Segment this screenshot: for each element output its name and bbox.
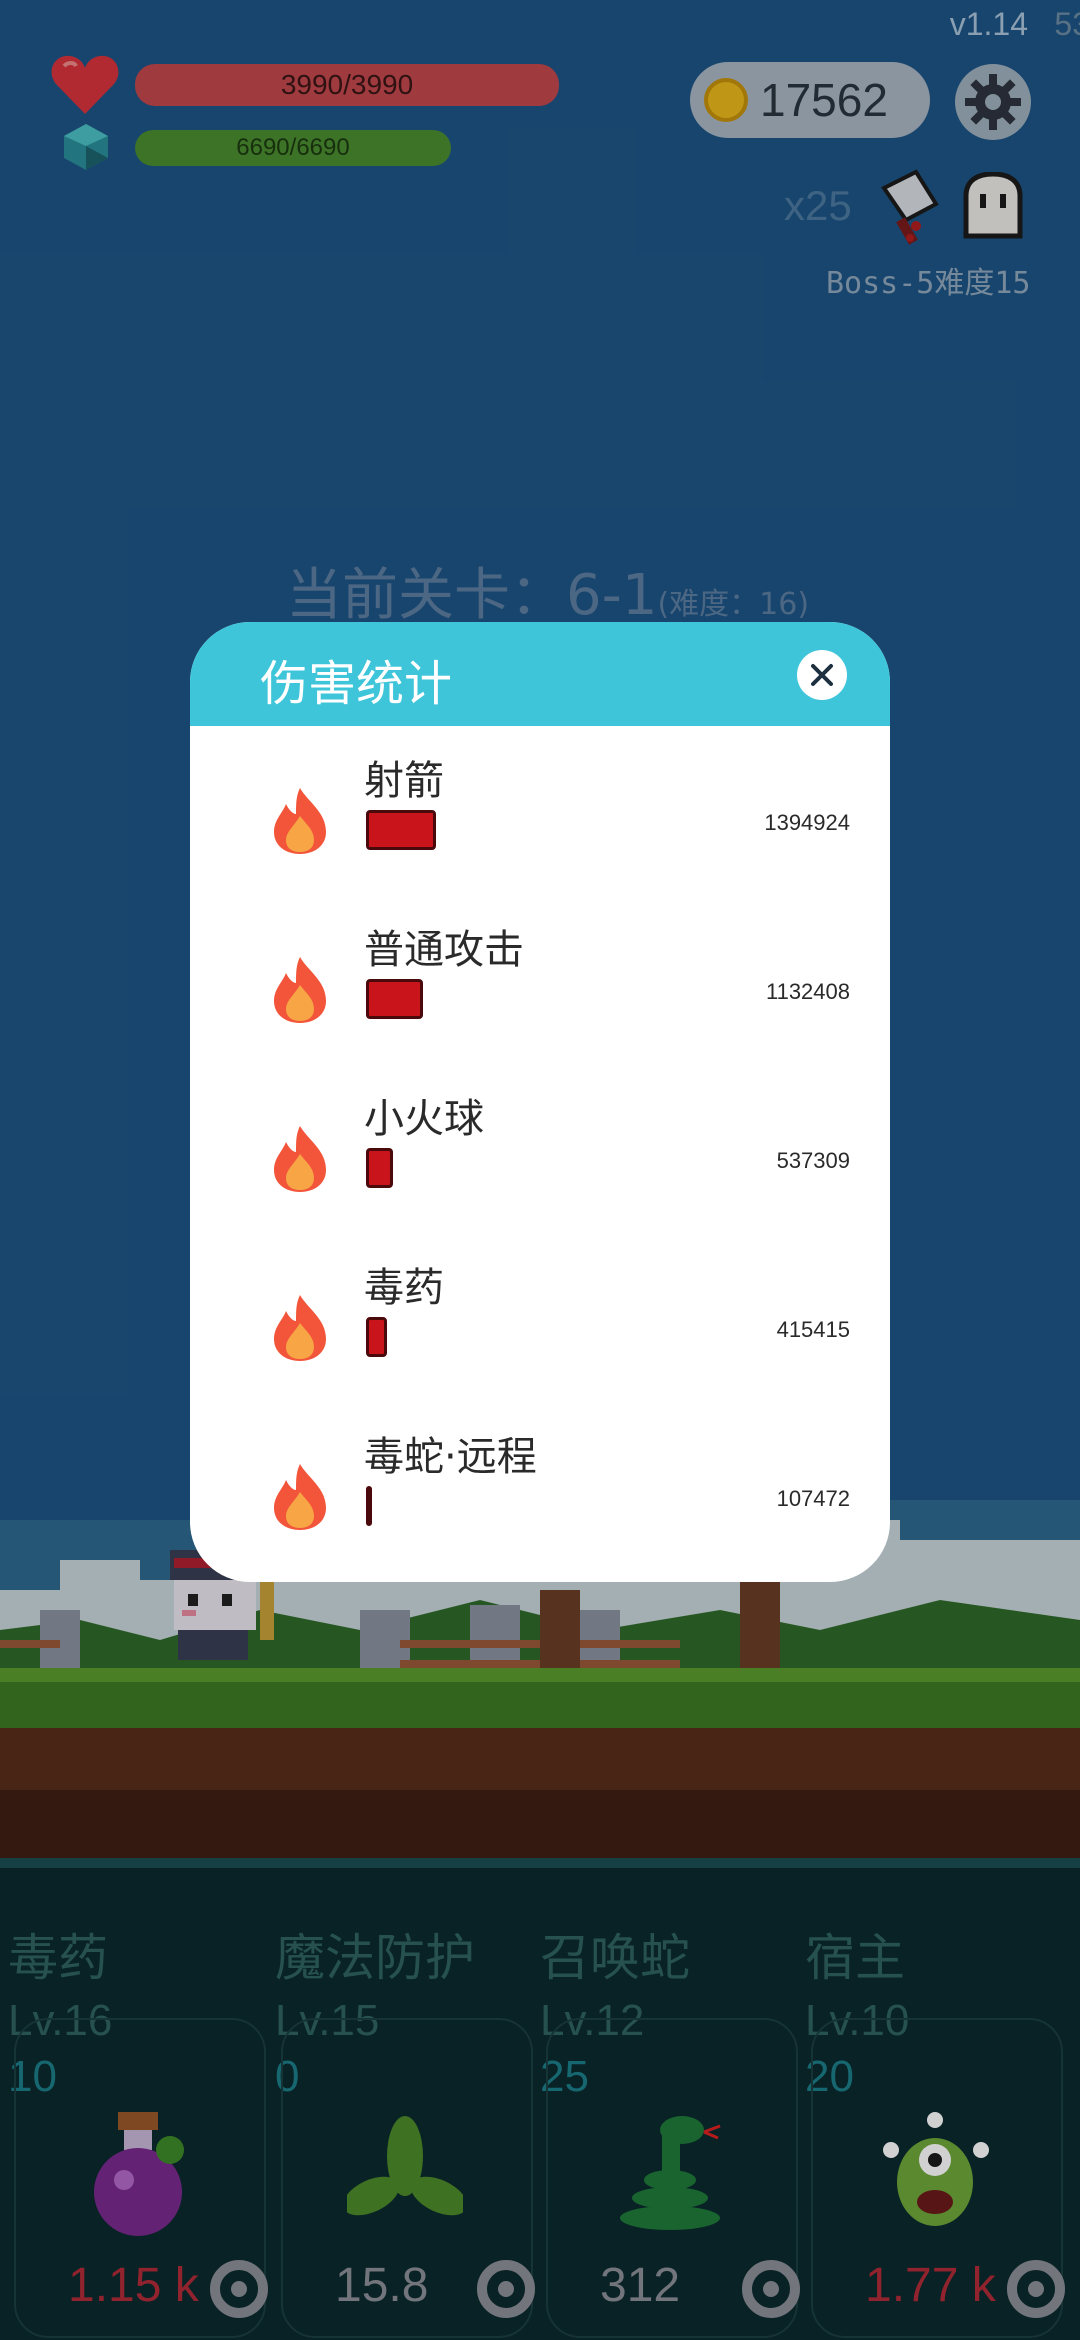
damage-value: 1394924 bbox=[764, 810, 850, 835]
fire-icon bbox=[274, 957, 326, 1023]
damage-row: 小火球 537309 bbox=[190, 1064, 890, 1233]
damage-source-name: 普通攻击 bbox=[364, 927, 524, 973]
damage-row: 射箭 1394924 bbox=[190, 726, 890, 895]
dialog-title: 伤害统计 bbox=[260, 656, 453, 712]
damage-value: 415415 bbox=[776, 1317, 850, 1342]
damage-value: 537309 bbox=[776, 1148, 850, 1173]
damage-row: 普通攻击 1132408 bbox=[190, 895, 890, 1064]
damage-source-name: 小火球 bbox=[364, 1096, 484, 1142]
damage-bar bbox=[366, 979, 423, 1019]
close-icon bbox=[811, 664, 833, 686]
damage-bar bbox=[366, 810, 436, 850]
damage-list: 射箭 1394924 普通攻击 1132408 小火球 537309 毒药 415415 毒蛇·… bbox=[190, 726, 890, 1571]
close-button[interactable] bbox=[797, 650, 847, 700]
damage-bar bbox=[366, 1148, 393, 1188]
damage-source-name: 毒蛇·远程 bbox=[364, 1434, 537, 1480]
damage-bar bbox=[366, 1317, 387, 1357]
fire-icon bbox=[274, 1126, 326, 1192]
damage-value: 1132408 bbox=[765, 979, 850, 1004]
damage-stats-dialog: 伤害统计 射箭 1394924 普通攻击 1132408 小火球 537309 毒药 4154… bbox=[190, 622, 890, 1582]
fire-icon bbox=[274, 788, 326, 854]
damage-value: 107472 bbox=[776, 1486, 850, 1511]
damage-source-name: 射箭 bbox=[364, 758, 444, 804]
damage-bar bbox=[366, 1486, 372, 1526]
damage-source-name: 毒药 bbox=[364, 1265, 444, 1311]
damage-row: 毒蛇·远程 107472 bbox=[190, 1402, 890, 1571]
fire-icon bbox=[274, 1295, 326, 1361]
dialog-header: 伤害统计 bbox=[190, 622, 890, 726]
damage-row: 毒药 415415 bbox=[190, 1233, 890, 1402]
fire-icon bbox=[274, 1464, 326, 1530]
